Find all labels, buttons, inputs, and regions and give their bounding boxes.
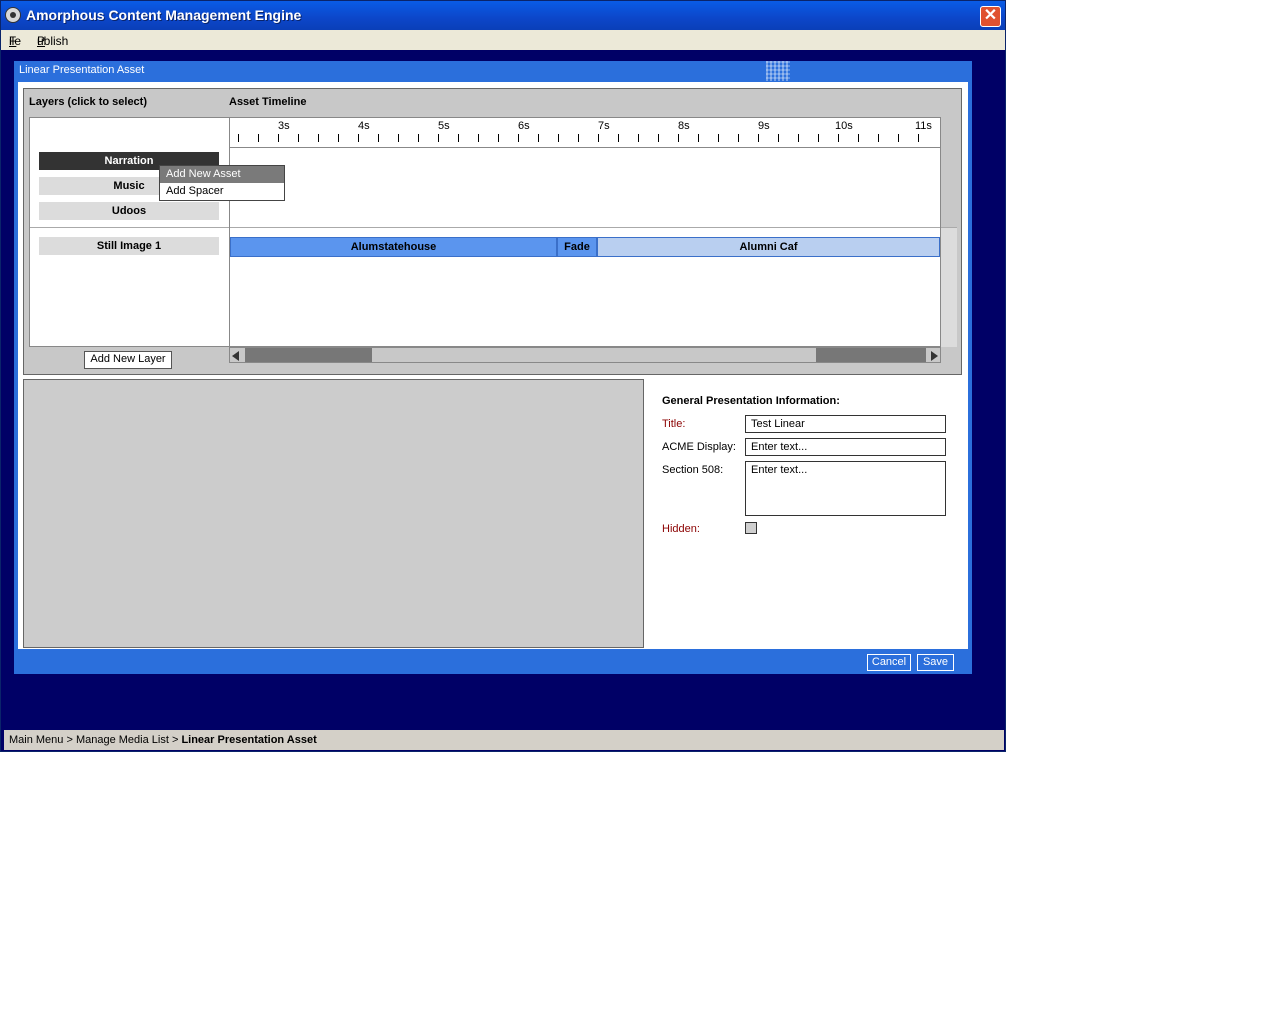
ruler-label: 8s: [678, 120, 690, 132]
ruler-tick: [578, 134, 579, 142]
ruler-tick: [298, 134, 299, 142]
title-field[interactable]: Test Linear: [745, 415, 946, 433]
save-button[interactable]: Save: [917, 654, 954, 671]
add-spacer-item[interactable]: Add Spacer: [160, 183, 284, 200]
add-new-asset-item[interactable]: Add New Asset: [160, 166, 284, 183]
acme-display-field[interactable]: Enter text...: [745, 438, 946, 456]
ruler-tick: [758, 134, 759, 142]
acme-display-label: ACME Display:: [662, 441, 736, 453]
scroll-left-icon[interactable]: [232, 351, 239, 361]
ruler-tick: [558, 134, 559, 142]
ruler-tick: [438, 134, 439, 142]
layer-list: Narration Music Udoos Still Image 1: [29, 117, 229, 347]
timeline-ruler: 3s 4s 5s 6s 7s 8s 9s 10s 11s: [230, 118, 940, 148]
ruler-tick: [918, 134, 919, 142]
ruler-label: 11s: [915, 120, 932, 132]
app-window: Amorphous Content Management Engine ✕ Fi…: [0, 0, 1006, 752]
layer-divider: [30, 227, 229, 228]
add-new-layer-button[interactable]: Add New Layer: [84, 351, 172, 369]
layer-still-image-1[interactable]: Still Image 1: [39, 237, 219, 255]
ruler-tick: [598, 134, 599, 142]
ruler-tick: [838, 134, 839, 142]
hidden-checkbox[interactable]: [745, 522, 757, 534]
hidden-label: Hidden:: [662, 523, 700, 535]
ruler-tick: [418, 134, 419, 142]
segment-fade[interactable]: Fade: [557, 237, 597, 257]
ruler-tick: [238, 134, 239, 142]
section-508-field[interactable]: Enter text...: [745, 461, 946, 516]
menu-bar: File Publish: [1, 30, 1005, 50]
ruler-tick: [738, 134, 739, 142]
app-icon: [5, 7, 21, 23]
ruler-tick: [818, 134, 819, 142]
ruler-tick: [398, 134, 399, 142]
breadcrumb: Main Menu > Manage Media List > Linear P…: [4, 730, 1004, 750]
ruler-tick: [778, 134, 779, 142]
ruler-label: 7s: [598, 120, 610, 132]
layer-udoos[interactable]: Udoos: [39, 202, 219, 220]
ruler-tick: [618, 134, 619, 142]
ruler-label: 3s: [278, 120, 290, 132]
ruler-tick: [658, 134, 659, 142]
ruler-tick: [518, 134, 519, 142]
vertical-scrollbar[interactable]: [941, 117, 957, 347]
ruler-tick: [498, 134, 499, 142]
horizontal-scrollbar[interactable]: [229, 347, 941, 363]
ruler-tick: [458, 134, 459, 142]
layers-header: Layers (click to select): [29, 96, 148, 108]
ruler-tick: [718, 134, 719, 142]
dialog-title: Linear Presentation Asset: [19, 64, 145, 76]
track-divider: [230, 227, 940, 228]
ruler-tick: [678, 134, 679, 142]
ruler-tick: [538, 134, 539, 142]
ruler-tick: [278, 134, 279, 142]
title-bar: Amorphous Content Management Engine ✕: [1, 1, 1005, 30]
ruler-label: 10s: [835, 120, 853, 132]
title-decoration: [766, 61, 790, 81]
horizontal-scroll-thumb[interactable]: [245, 348, 372, 362]
segment-alumstatehouse[interactable]: Alumstatehouse: [230, 237, 557, 257]
ruler-tick: [478, 134, 479, 142]
timeline-header: Asset Timeline: [229, 96, 307, 108]
ruler-tick: [798, 134, 799, 142]
ruler-label: 9s: [758, 120, 770, 132]
ruler-tick: [878, 134, 879, 142]
ruler-tick: [698, 134, 699, 142]
asset-timeline[interactable]: 3s 4s 5s 6s 7s 8s 9s 10s 11s Alumstatehouse Fade…: [229, 117, 941, 347]
info-heading: General Presentation Information:: [662, 395, 840, 407]
close-icon[interactable]: ✕: [980, 6, 1001, 27]
window-title: Amorphous Content Management Engine: [26, 7, 302, 23]
ruler-label: 5s: [438, 120, 450, 132]
still-image-track: Alumstatehouse Fade Alumni Caf: [230, 237, 940, 257]
layer-panel: Layers (click to select) Asset Timeline …: [23, 88, 962, 375]
horizontal-scroll-thumb-end[interactable]: [816, 348, 926, 362]
scroll-right-icon[interactable]: [931, 351, 938, 361]
breadcrumb-current: Linear Presentation Asset: [181, 734, 317, 746]
ruler-tick: [358, 134, 359, 142]
ruler-tick: [858, 134, 859, 142]
layer-context-menu: Add New Asset Add Spacer: [159, 165, 285, 201]
title-label: Title:: [662, 418, 686, 430]
ruler-tick: [378, 134, 379, 142]
preview-area: [23, 379, 644, 648]
ruler-label: 6s: [518, 120, 530, 132]
linear-presentation-dialog: Linear Presentation Asset Layers (click …: [14, 61, 972, 674]
ruler-tick: [318, 134, 319, 142]
cancel-button[interactable]: Cancel: [867, 654, 911, 671]
ruler-tick: [338, 134, 339, 142]
vertical-scroll-thumb[interactable]: [941, 227, 957, 347]
ruler-tick: [638, 134, 639, 142]
section-508-label: Section 508:: [662, 464, 724, 476]
ruler-tick: [898, 134, 899, 142]
ruler-label: 4s: [358, 120, 370, 132]
segment-alumni-caf[interactable]: Alumni Caf: [597, 237, 940, 257]
ruler-tick: [258, 134, 259, 142]
breadcrumb-path[interactable]: Main Menu > Manage Media List >: [9, 734, 181, 746]
